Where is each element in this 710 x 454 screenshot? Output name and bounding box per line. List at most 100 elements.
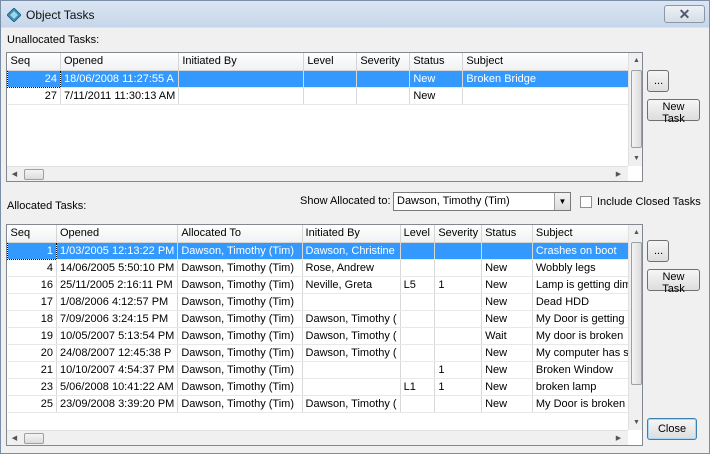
allocated-table-cell[interactable]	[400, 259, 436, 277]
unallocated-vertical-scrollbar[interactable]: ▲ ▼	[628, 53, 642, 166]
scroll-left-icon[interactable]: ◀	[7, 431, 22, 445]
allocated-table-row[interactable]: 23 5/06/2008 10:41:22 AM Dawson, Timothy (…	[7, 378, 642, 396]
unallocated-table-cell[interactable]	[303, 87, 358, 105]
scroll-thumb[interactable]	[24, 433, 44, 444]
allocated-table-cell[interactable]: Rose, Andrew	[302, 259, 401, 277]
allocated-table-cell[interactable]: Dawson, Timothy (Tim)	[177, 327, 303, 345]
allocated-table-cell[interactable]: 10/10/2007 4:54:37 PM	[56, 361, 179, 379]
allocated-table-cell[interactable]: My Door is getting st	[532, 310, 642, 328]
scroll-down-icon[interactable]: ▼	[629, 415, 642, 430]
allocated-table-cell[interactable]: Crashes on boot	[532, 242, 642, 260]
unallocated-table-row[interactable]: 27 7/11/2011 11:30:13 AM New	[7, 87, 634, 105]
allocated-table-cell[interactable]: Dawson, Timothy (Tim)	[177, 310, 303, 328]
allocated-table-cell[interactable]: New	[481, 310, 533, 328]
allocated-vertical-scrollbar[interactable]: ▲ ▼	[628, 225, 642, 430]
allocated-table-cell[interactable]: 1/03/2005 12:13:22 PM	[56, 242, 179, 260]
allocated-column-header[interactable]: Opened	[56, 225, 179, 243]
unallocated-column-header[interactable]: Seq	[7, 53, 61, 71]
allocated-table-cell[interactable]	[481, 242, 533, 260]
allocated-table-row[interactable]: 20 24/08/2007 12:45:38 P Dawson, Timothy (…	[7, 344, 642, 362]
unallocated-table-cell[interactable]	[462, 87, 634, 105]
unallocated-column-header[interactable]: Subject	[462, 53, 634, 71]
unallocated-table-cell[interactable]	[356, 87, 411, 105]
allocated-table-cell[interactable]	[400, 310, 436, 328]
allocated-table-row[interactable]: 25 23/09/2008 3:39:20 PM Dawson, Timothy (…	[7, 395, 642, 413]
allocated-column-header[interactable]: Initiated By	[302, 225, 401, 243]
allocated-table-cell[interactable]	[400, 361, 436, 379]
allocated-table-cell[interactable]	[302, 293, 401, 311]
scroll-thumb[interactable]	[24, 169, 44, 180]
allocated-table-cell[interactable]: 18	[7, 310, 57, 328]
allocated-table-cell[interactable]: New	[481, 395, 533, 413]
unallocated-table-cell[interactable]: New	[409, 70, 464, 88]
unallocated-table-cell[interactable]: New	[409, 87, 464, 105]
allocated-table-cell[interactable]: Neville, Greta	[302, 276, 401, 294]
unallocated-column-header[interactable]: Level	[303, 53, 358, 71]
unallocated-column-header[interactable]: Status	[409, 53, 464, 71]
unallocated-table-cell[interactable]	[356, 70, 411, 88]
allocated-column-header[interactable]: Status	[481, 225, 533, 243]
scroll-right-icon[interactable]: ▶	[611, 167, 626, 181]
allocated-table-cell[interactable]: 19	[7, 327, 57, 345]
unallocated-table-cell[interactable]	[178, 87, 305, 105]
allocated-tasks-grid[interactable]: Seq Opened Allocated To Initiated By Level Se…	[6, 224, 643, 446]
scroll-left-icon[interactable]: ◀	[7, 167, 22, 181]
allocated-table-cell[interactable]: 25	[7, 395, 57, 413]
unallocated-browse-button[interactable]: ...	[647, 70, 669, 92]
allocated-table-cell[interactable]: L1	[400, 378, 436, 396]
allocated-table-cell[interactable]	[400, 327, 436, 345]
close-button[interactable]: Close	[647, 418, 697, 440]
allocated-table-cell[interactable]: Lamp is getting dim	[532, 276, 642, 294]
allocated-table-cell[interactable]: Dawson, Timothy (	[302, 327, 401, 345]
allocated-column-header[interactable]: Severity	[434, 225, 483, 243]
allocated-table-row[interactable]: 18 7/09/2006 3:24:15 PM Dawson, Timothy (T…	[7, 310, 642, 328]
allocated-table-cell[interactable]: Dawson, Timothy (Tim)	[177, 242, 303, 260]
allocated-table-cell[interactable]: 20	[7, 344, 57, 362]
allocated-table-cell[interactable]: Wobbly legs	[532, 259, 642, 277]
unallocated-table-cell[interactable]: 7/11/2011 11:30:13 AM	[60, 87, 180, 105]
allocated-table-cell[interactable]: Dawson, Timothy (Tim)	[177, 293, 303, 311]
allocated-table-cell[interactable]: 24/08/2007 12:45:38 P	[56, 344, 179, 362]
allocated-table-cell[interactable]: 14/06/2005 5:50:10 PM	[56, 259, 179, 277]
scroll-right-icon[interactable]: ▶	[611, 431, 626, 445]
allocated-table-cell[interactable]	[434, 327, 483, 345]
allocated-table-cell[interactable]: 21	[7, 361, 57, 379]
allocated-table-cell[interactable]: Dawson, Timothy (	[302, 395, 401, 413]
allocated-table-row[interactable]: 21 10/10/2007 4:54:37 PM Dawson, Timothy (…	[7, 361, 642, 379]
allocated-table-cell[interactable]: 23/09/2008 3:39:20 PM	[56, 395, 179, 413]
chevron-down-icon[interactable]: ▼	[554, 193, 570, 210]
scroll-up-icon[interactable]: ▲	[629, 53, 642, 68]
allocated-table-cell[interactable]	[434, 259, 483, 277]
unallocated-table-cell[interactable]: Broken Bridge	[462, 70, 634, 88]
allocated-table-cell[interactable]: 25/11/2005 2:16:11 PM	[56, 276, 179, 294]
allocated-table-cell[interactable]	[400, 242, 436, 260]
allocated-new-task-button[interactable]: New Task	[647, 269, 700, 295]
allocated-table-cell[interactable]: L5	[400, 276, 436, 294]
allocated-table-row[interactable]: 16 25/11/2005 2:16:11 PM Dawson, Timothy (…	[7, 276, 642, 294]
unallocated-table-cell[interactable]: 24	[7, 69, 61, 88]
allocated-table-cell[interactable]: Dead HDD	[532, 293, 642, 311]
allocated-table-cell[interactable]	[434, 310, 483, 328]
allocated-table-cell[interactable]: Dawson, Timothy (	[302, 344, 401, 362]
unallocated-column-header[interactable]: Opened	[60, 53, 180, 71]
allocated-table-cell[interactable]: Dawson, Timothy (Tim)	[177, 361, 303, 379]
allocated-browse-button[interactable]: ...	[647, 240, 669, 262]
allocated-column-header[interactable]: Allocated To	[177, 225, 303, 243]
allocated-table-cell[interactable]: Dawson, Christine	[302, 242, 401, 260]
allocated-table-cell[interactable]: New	[481, 361, 533, 379]
allocated-table-cell[interactable]: 10/05/2007 5:13:54 PM	[56, 327, 179, 345]
allocated-table-cell[interactable]	[400, 395, 436, 413]
allocated-table-cell[interactable]	[400, 344, 436, 362]
unallocated-tasks-grid[interactable]: Seq Opened Initiated By Level Severity Status…	[6, 52, 643, 182]
allocated-table-cell[interactable]	[434, 293, 483, 311]
allocated-table-cell[interactable]: 23	[7, 378, 57, 396]
allocated-table-cell[interactable]: New	[481, 276, 533, 294]
scroll-thumb[interactable]	[631, 242, 642, 385]
allocated-table-cell[interactable]: Dawson, Timothy (	[302, 310, 401, 328]
allocated-table-cell[interactable]: 16	[7, 276, 57, 294]
unallocated-column-header[interactable]: Initiated By	[178, 53, 305, 71]
allocated-table-cell[interactable]: New	[481, 259, 533, 277]
allocated-horizontal-scrollbar[interactable]: ◀ ▶	[7, 430, 628, 445]
allocated-table-cell[interactable]	[434, 344, 483, 362]
allocated-table-cell[interactable]: broken lamp	[532, 378, 642, 396]
